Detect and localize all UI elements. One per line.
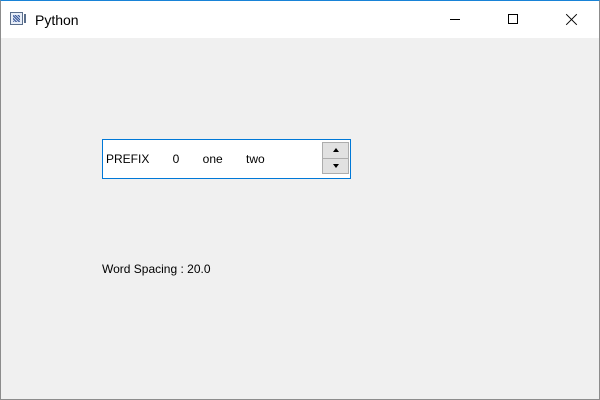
spin-box[interactable]: PREFIX 0 one two — [102, 139, 351, 179]
maximize-button[interactable] — [484, 1, 542, 38]
app-window: Python PREFIX 0 one two Word Spacing : 2… — [0, 0, 600, 400]
title-bar[interactable]: Python — [1, 1, 599, 38]
close-icon — [565, 13, 578, 26]
python-app-icon — [10, 12, 26, 25]
minimize-icon — [450, 19, 460, 20]
spin-up-button[interactable] — [322, 142, 349, 158]
arrow-down-icon — [333, 164, 339, 168]
spin-box-value[interactable]: PREFIX 0 one two — [106, 152, 265, 166]
word-spacing-label: Word Spacing : 20.0 — [102, 262, 211, 276]
spin-down-button[interactable] — [322, 158, 349, 174]
close-button[interactable] — [542, 1, 599, 38]
arrow-up-icon — [333, 148, 339, 152]
maximize-icon — [508, 14, 518, 24]
window-title: Python — [35, 12, 79, 28]
minimize-button[interactable] — [426, 1, 484, 38]
